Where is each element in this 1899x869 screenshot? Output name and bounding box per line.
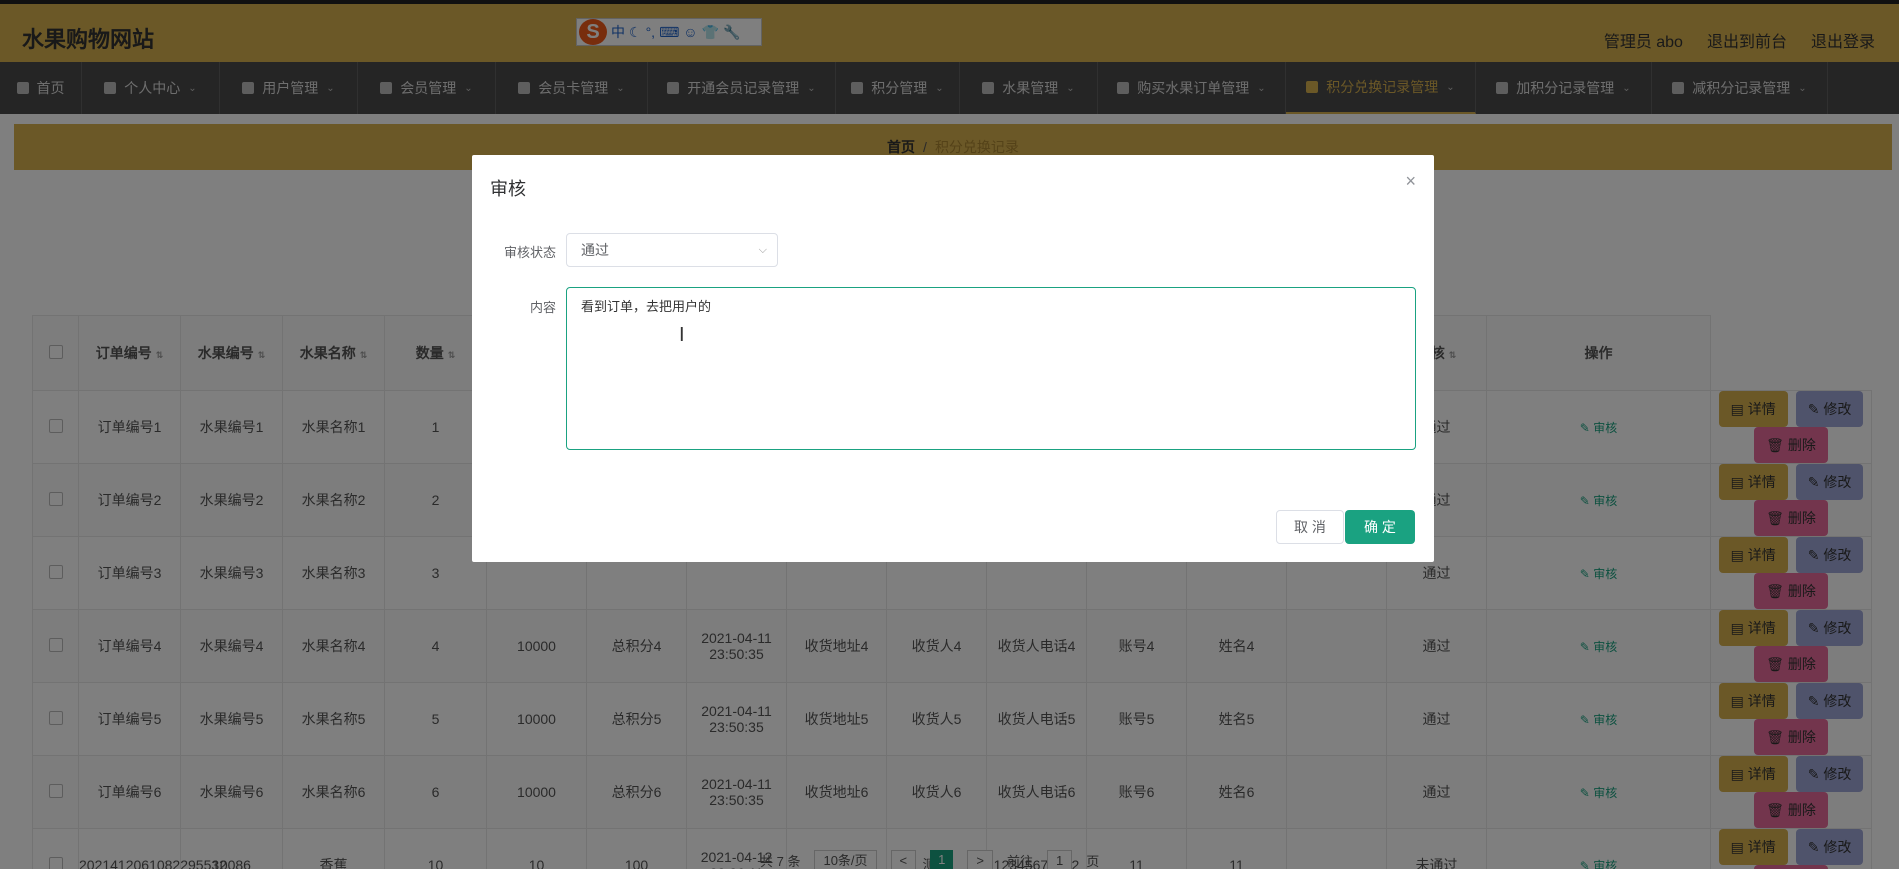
dialog-title: 审核: [490, 179, 526, 199]
content-textarea[interactable]: 看到订单，去把用户的 I: [566, 287, 1416, 450]
audit-dialog: 审核 × 审核状态 通过 ⌵ 内容 看到订单，去把用户的 I 取 消 确 定: [472, 155, 1434, 562]
audit-status-select[interactable]: 通过 ⌵: [566, 233, 778, 267]
cancel-button[interactable]: 取 消: [1276, 510, 1344, 544]
audit-status-value: 通过: [581, 242, 609, 258]
content-text: 看到订单，去把用户的: [581, 299, 712, 314]
confirm-button[interactable]: 确 定: [1345, 510, 1415, 544]
close-icon[interactable]: ×: [1405, 171, 1416, 192]
audit-status-label: 审核状态: [503, 245, 556, 260]
content-label: 内容: [529, 300, 556, 315]
chevron-down-icon: ⌵: [758, 244, 767, 256]
text-cursor-icon: I: [679, 324, 685, 346]
